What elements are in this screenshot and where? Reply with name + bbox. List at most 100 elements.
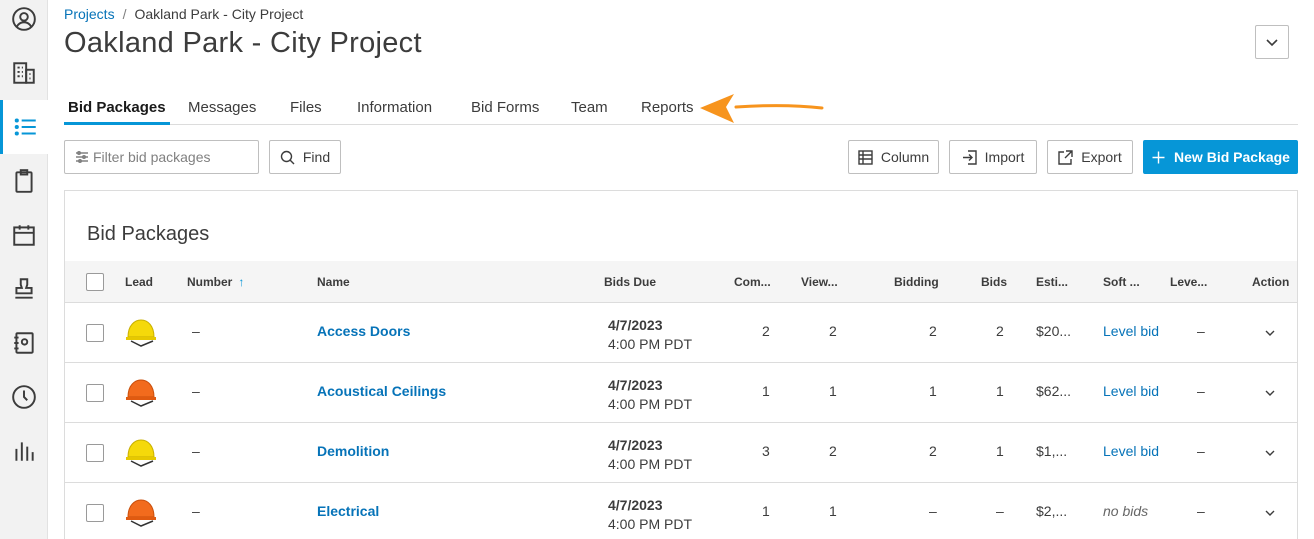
nav-analytics[interactable] [0,424,48,478]
number-cell: – [192,503,200,519]
view-cell: 1 [829,503,837,519]
export-button-label: Export [1081,149,1122,165]
com-cell: 1 [762,383,770,399]
stamp-icon [15,278,33,299]
chevron-down-icon[interactable] [1264,387,1276,399]
table-row[interactable]: – Access Doors 4/7/2023 4:00 PM PDT 2 2 2… [65,303,1297,363]
nav-history[interactable] [0,370,48,424]
col-bids[interactable]: Bids [981,261,1007,303]
breadcrumb-separator: / [122,6,127,22]
package-name-link[interactable]: Access Doors [317,323,410,339]
list-icon [14,118,36,136]
col-esti[interactable]: Esti... [1036,261,1068,303]
hard-hat-yellow-icon [126,319,156,347]
leve-cell: – [1197,383,1205,399]
com-cell: 1 [762,503,770,519]
nav-approvals[interactable] [0,262,48,316]
column-button[interactable]: Column [848,140,939,174]
bids-cell: 1 [996,383,1004,399]
bids-cell: 1 [996,443,1004,459]
address-book-icon [14,332,34,354]
table-header: Lead Number ↑ Name Bids Due Com... View..… [65,261,1297,303]
import-button[interactable]: Import [949,140,1037,174]
package-name-link[interactable]: Electrical [317,503,379,519]
select-all-checkbox[interactable] [86,273,104,291]
no-bids-text: no bids [1103,503,1149,519]
nav-bid-packages[interactable] [0,100,48,154]
filter-bid-packages-field[interactable] [64,140,259,174]
col-number[interactable]: Number ↑ [187,261,244,303]
column-button-label: Column [880,149,930,165]
col-view[interactable]: View... [801,261,838,303]
import-icon [962,149,977,165]
level-bid-link[interactable]: Level bid [1103,443,1159,459]
bar-chart-icon [15,442,34,461]
nav-companies[interactable] [0,46,48,100]
project-menu-button[interactable] [1255,25,1289,59]
nav-tasks[interactable] [0,154,48,208]
new-bid-package-button[interactable]: New Bid Package [1143,140,1298,174]
due-time: 4:00 PM PDT [608,336,693,352]
bids-due-cell: 4/7/2023 4:00 PM PDT [608,436,692,474]
bids-due-cell: 4/7/2023 4:00 PM PDT [608,376,692,414]
chevron-down-icon[interactable] [1264,447,1276,459]
col-bids-due[interactable]: Bids Due [604,261,656,303]
due-date: 4/7/2023 [608,437,663,453]
col-leve[interactable]: Leve... [1170,261,1207,303]
row-checkbox[interactable] [86,504,104,522]
bids-cell: 2 [996,323,1004,339]
bids-due-cell: 4/7/2023 4:00 PM PDT [608,316,692,354]
package-name-link[interactable]: Demolition [317,443,389,459]
sort-ascending-icon[interactable]: ↑ [238,275,244,289]
col-soft[interactable]: Soft ... [1103,261,1140,303]
leve-cell: – [1197,503,1205,519]
tab-bar: Bid Packages Messages Files Information … [64,97,1298,125]
calendar-icon [13,225,35,246]
user-circle-icon [12,7,36,31]
table-row[interactable]: – Electrical 4/7/2023 4:00 PM PDT 1 1 – –… [65,483,1297,539]
main-content: Projects / Oakland Park - City Project O… [48,0,1314,539]
bid-packages-panel: Bid Packages Lead Number ↑ Name Bids Due … [64,190,1298,539]
com-cell: 3 [762,443,770,459]
nav-directory[interactable] [0,316,48,370]
breadcrumb-projects-link[interactable]: Projects [64,6,115,22]
bids-cell: – [996,503,1004,519]
nav-calendar[interactable] [0,208,48,262]
table-row[interactable]: – Demolition 4/7/2023 4:00 PM PDT 3 2 2 1… [65,423,1297,483]
bidding-cell: 2 [929,443,937,459]
col-lead[interactable]: Lead [125,261,153,303]
row-checkbox[interactable] [86,384,104,402]
number-cell: – [192,383,200,399]
nav-profile[interactable] [0,0,48,46]
find-button[interactable]: Find [269,140,341,174]
export-button[interactable]: Export [1047,140,1133,174]
package-name-link[interactable]: Acoustical Ceilings [317,383,446,399]
col-bidding[interactable]: Bidding [894,261,939,303]
chevron-down-icon[interactable] [1264,327,1276,339]
table-row[interactable]: – Acoustical Ceilings 4/7/2023 4:00 PM PD… [65,363,1297,423]
chevron-down-icon[interactable] [1264,507,1276,519]
tab-reports[interactable]: Reports [637,97,698,125]
plus-icon [1152,151,1165,163]
row-checkbox[interactable] [86,324,104,342]
col-name[interactable]: Name [317,261,350,303]
left-nav-sidebar [0,0,48,539]
tab-bid-packages[interactable]: Bid Packages [64,97,170,125]
hard-hat-orange-icon [126,499,156,527]
bidding-cell: – [929,503,937,519]
tab-messages[interactable]: Messages [184,97,260,125]
level-bid-link[interactable]: Level bid [1103,383,1159,399]
tab-team[interactable]: Team [567,97,612,125]
col-com[interactable]: Com... [734,261,771,303]
filter-bid-packages-input[interactable] [93,149,253,165]
tab-information[interactable]: Information [353,97,436,125]
search-icon [280,150,295,164]
esti-cell: $1,... [1036,443,1068,459]
clock-icon [12,385,36,409]
tab-bid-forms[interactable]: Bid Forms [467,97,543,125]
row-checkbox[interactable] [86,444,104,462]
new-bid-package-label: New Bid Package [1174,149,1290,165]
level-bid-link[interactable]: Level bid [1103,323,1159,339]
annotation-arrow-icon [700,94,824,123]
tab-files[interactable]: Files [286,97,326,125]
